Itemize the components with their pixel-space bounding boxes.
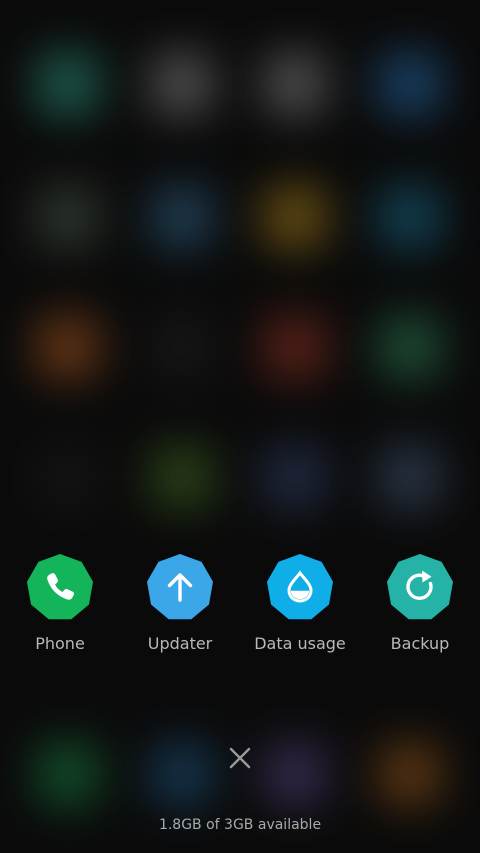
close-icon [229, 747, 251, 769]
recent-app-data-usage[interactable]: Data usage [240, 553, 360, 654]
refresh-icon [386, 553, 454, 621]
recent-app-updater[interactable]: Updater [120, 553, 240, 654]
app-label: Backup [390, 634, 450, 653]
close-all-button[interactable] [226, 744, 254, 772]
dim-overlay [0, 0, 480, 853]
recent-apps-row: Phone Updater Data usage Backup [0, 553, 480, 663]
water-drop-icon [266, 553, 334, 621]
arrow-up-icon [146, 553, 214, 621]
app-label: Data usage [254, 634, 346, 653]
recent-app-backup[interactable]: Backup [360, 553, 480, 654]
memory-status: 1.8GB of 3GB available [158, 817, 322, 833]
app-label: Phone [35, 634, 85, 653]
recent-apps-screen: Phone Updater Data usage Backup 1.8GB of… [0, 0, 480, 853]
app-label: Updater [147, 634, 213, 653]
phone-icon [26, 553, 94, 621]
recent-app-phone[interactable]: Phone [0, 553, 120, 654]
